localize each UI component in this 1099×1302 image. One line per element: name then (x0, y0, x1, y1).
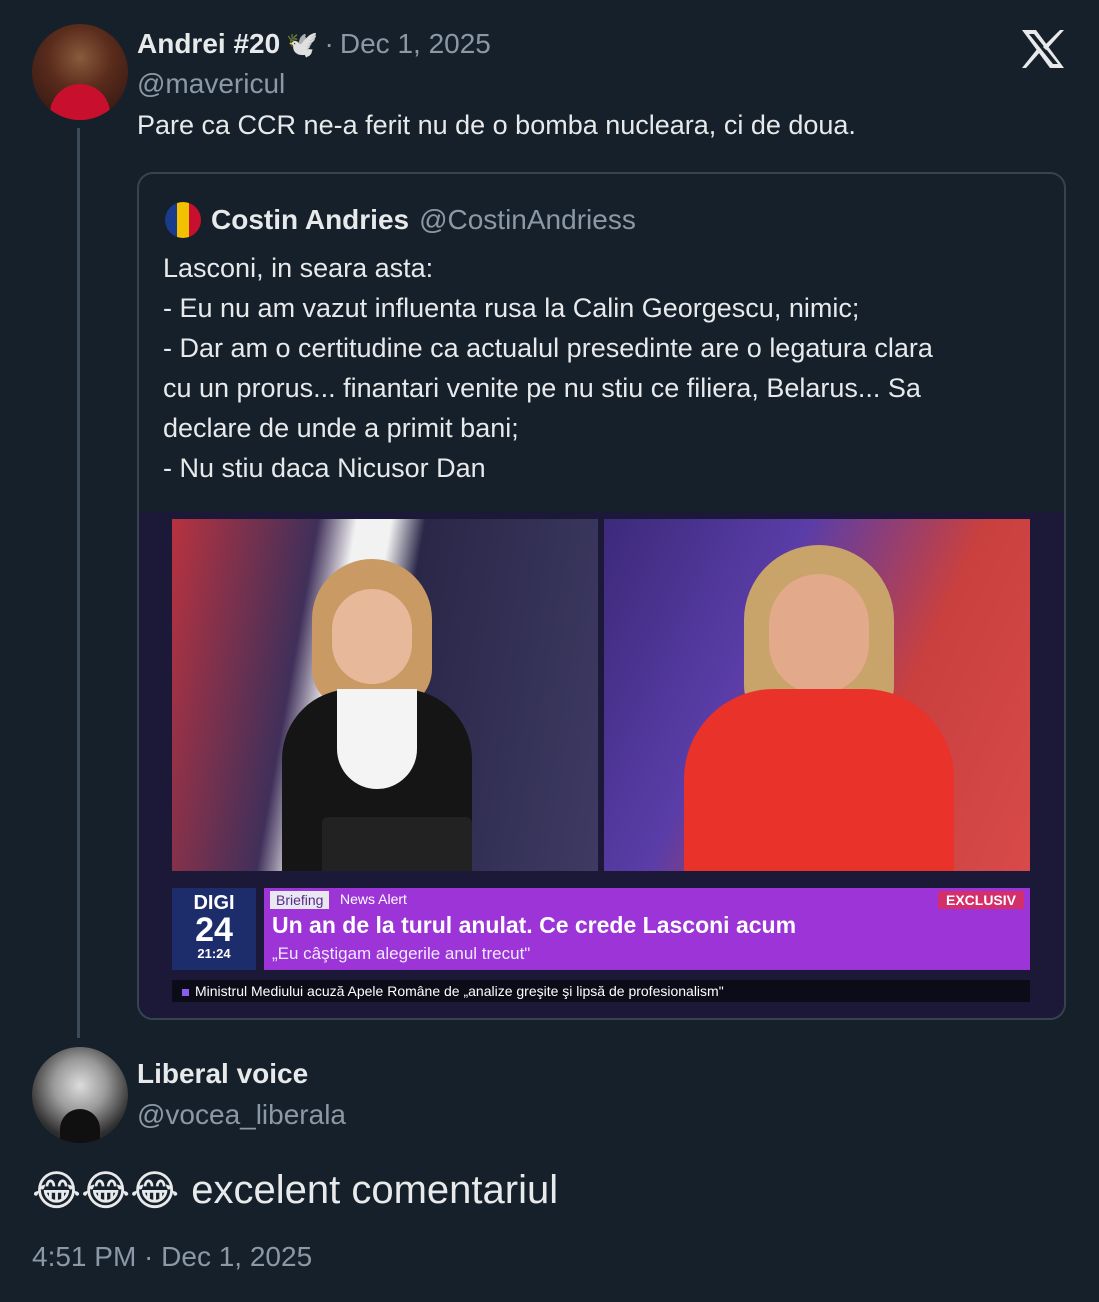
quoted-line: - Nu stiu daca Nicusor Dan (163, 453, 486, 483)
reply-author-name[interactable]: Liberal voice (137, 1058, 308, 1090)
author-name[interactable]: Andrei #20 (137, 28, 280, 60)
quoted-line: Lasconi, in seara asta: (163, 253, 434, 283)
digi24-logo: DIGI 24 21:24 (172, 888, 256, 970)
tag-briefing: Briefing (270, 891, 330, 909)
separator-dot: · (324, 28, 334, 59)
tv-ticker: Ministrul Mediului acuză Apele Române de… (172, 980, 1030, 1002)
tag-news-alert: News Alert (340, 891, 407, 907)
quoted-author-handle[interactable]: @CostinAndriess (419, 204, 636, 236)
quoted-line: - Dar am o certitudine ca actualul prese… (163, 333, 933, 363)
thread-line (77, 128, 80, 1038)
quoted-header: Costin Andries @CostinAndriess (211, 200, 636, 240)
quoted-line: cu un prorus... finantari venite pe nu s… (163, 373, 921, 403)
tag-exclusive: EXCLUSIV (937, 891, 1024, 909)
avatar-liberal-voice[interactable] (32, 1047, 128, 1143)
tv-subheadline: „Eu câştigam alegerile anul trecut" (272, 944, 531, 963)
reply-timestamp[interactable]: 4:51 PM · Dec 1, 2025 (32, 1241, 312, 1273)
tv-headline: Un an de la turul anulat. Ce crede Lasco… (272, 912, 797, 938)
quoted-line: declare de unde a primit bani; (163, 413, 519, 443)
quoted-text: Lasconi, in seara asta: - Eu nu am vazut… (163, 248, 933, 488)
tv-panel-right (604, 519, 1030, 871)
post-text: Pare ca CCR ne-a ferit nu de o bomba nuc… (137, 110, 856, 140)
quoted-post-card[interactable]: Costin Andries @CostinAndriess Lasconi, … (137, 172, 1066, 1020)
reply-body: 😂😂😂 excelent comentariul (32, 1164, 558, 1216)
avatar-andrei[interactable] (32, 24, 128, 120)
avatar-costin[interactable] (165, 202, 201, 238)
quoted-author-name[interactable]: Costin Andries (211, 204, 409, 236)
tv-panel-left (172, 519, 598, 871)
quoted-media-image[interactable]: DIGI 24 21:24 Briefing News Alert EXCLUS… (139, 512, 1064, 1018)
post-date[interactable]: Dec 1, 2025 (340, 28, 491, 60)
laughing-emoji: 😂😂😂 (32, 1166, 180, 1214)
tv-time: 21:24 (197, 946, 231, 961)
tv-lower-third: DIGI 24 21:24 Briefing News Alert EXCLUS… (172, 888, 1030, 970)
reply-text: excelent comentariul (191, 1167, 559, 1212)
reply-author-handle[interactable]: @vocea_liberala (137, 1099, 346, 1131)
headline-bar: Briefing News Alert EXCLUSIV Un an de la… (264, 888, 1030, 970)
quoted-line: - Eu nu am vazut influenta rusa la Calin… (163, 293, 860, 323)
author-handle[interactable]: @mavericul (137, 68, 285, 100)
dove-emoji: 🕊️ (286, 28, 319, 59)
x-logo-icon[interactable] (1020, 28, 1066, 70)
parent-header: Andrei #20 🕊️ · Dec 1, 2025 (137, 26, 491, 62)
